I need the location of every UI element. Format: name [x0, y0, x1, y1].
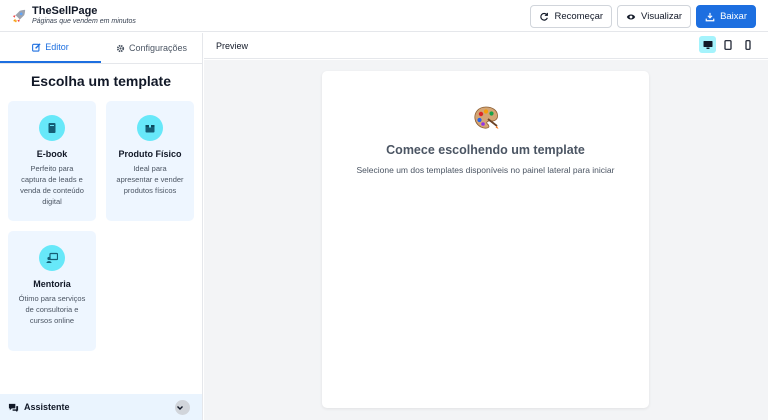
template-title: Produto Físico [118, 149, 182, 159]
chat-icon [8, 403, 19, 412]
device-switcher [699, 36, 756, 53]
download-icon [705, 12, 715, 21]
device-tablet-button[interactable] [719, 36, 736, 53]
preview-button[interactable]: Visualizar [617, 5, 692, 28]
template-card-ebook[interactable]: E-book Perfeito para captura de leads e … [8, 101, 96, 221]
redo-icon [540, 12, 549, 21]
palette-icon [473, 106, 498, 129]
tablet-icon [723, 39, 732, 50]
template-icon-wrap [39, 115, 65, 141]
mobile-icon [744, 39, 751, 50]
template-list: E-book Perfeito para captura de leads e … [8, 101, 194, 351]
template-title: Mentoria [33, 279, 71, 289]
template-icon-wrap [137, 115, 163, 141]
book-icon [48, 123, 56, 133]
assistant-bar[interactable]: Assistente [0, 394, 202, 420]
template-title: E-book [36, 149, 68, 159]
preview-area: Comece escolhendo um template Selecione … [204, 60, 768, 420]
download-button[interactable]: Baixar [696, 5, 756, 28]
header-actions: Recomeçar Visualizar Baixar [530, 5, 756, 28]
empty-state-subtitle: Selecione um dos templates disponíveis n… [356, 165, 615, 175]
eye-icon [626, 14, 636, 19]
assistant-label: Assistente [24, 402, 70, 412]
template-card-mentoring[interactable]: Mentoria Ótimo para serviços de consulto… [8, 231, 96, 351]
download-label: Baixar [720, 11, 747, 22]
tab-settings[interactable]: Configurações [101, 33, 202, 63]
app-tagline: Páginas que vendem em minutos [32, 18, 136, 25]
template-card-physical-product[interactable]: Produto Físico Ideal para apresentar e v… [106, 101, 194, 221]
restart-label: Recomeçar [554, 11, 604, 22]
empty-state-title: Comece escolhendo um template [386, 143, 585, 157]
template-description: Perfeito para captura de leads e venda d… [20, 164, 84, 206]
template-icon-wrap [39, 245, 65, 271]
sidebar: Editor Configurações Escolha um template… [0, 33, 203, 420]
chevron-down-icon [177, 405, 183, 410]
device-mobile-button[interactable] [739, 36, 756, 53]
sidebar-tabs: Editor Configurações [0, 33, 202, 64]
brand: TheSellPage Páginas que vendem em minuto… [0, 5, 136, 26]
gear-icon [116, 44, 125, 52]
tab-editor[interactable]: Editor [0, 33, 101, 63]
preview-toolbar: Preview [204, 33, 768, 59]
preview-label: Visualizar [641, 11, 683, 22]
chalkboard-teacher-icon [46, 252, 58, 263]
template-description: Ótimo para serviços de consultoria e cur… [18, 294, 86, 325]
assistant-toggle-button[interactable] [175, 400, 190, 415]
tab-settings-label: Configurações [128, 43, 188, 53]
rocket-icon [12, 9, 26, 22]
app-header: TheSellPage Páginas que vendem em minuto… [0, 0, 768, 32]
section-title: Escolha um template [30, 73, 172, 89]
edit-icon [32, 42, 41, 52]
tab-editor-label: Editor [45, 42, 69, 52]
preview-title: Preview [216, 40, 249, 51]
restart-button[interactable]: Recomeçar [530, 5, 613, 28]
preview-canvas: Comece escolhendo um template Selecione … [322, 71, 649, 408]
desktop-icon [703, 40, 712, 49]
device-desktop-button[interactable] [699, 36, 716, 53]
template-description: Ideal para apresentar e vender produtos … [116, 164, 184, 195]
app-name: TheSellPage [32, 5, 98, 17]
box-icon [145, 123, 155, 133]
